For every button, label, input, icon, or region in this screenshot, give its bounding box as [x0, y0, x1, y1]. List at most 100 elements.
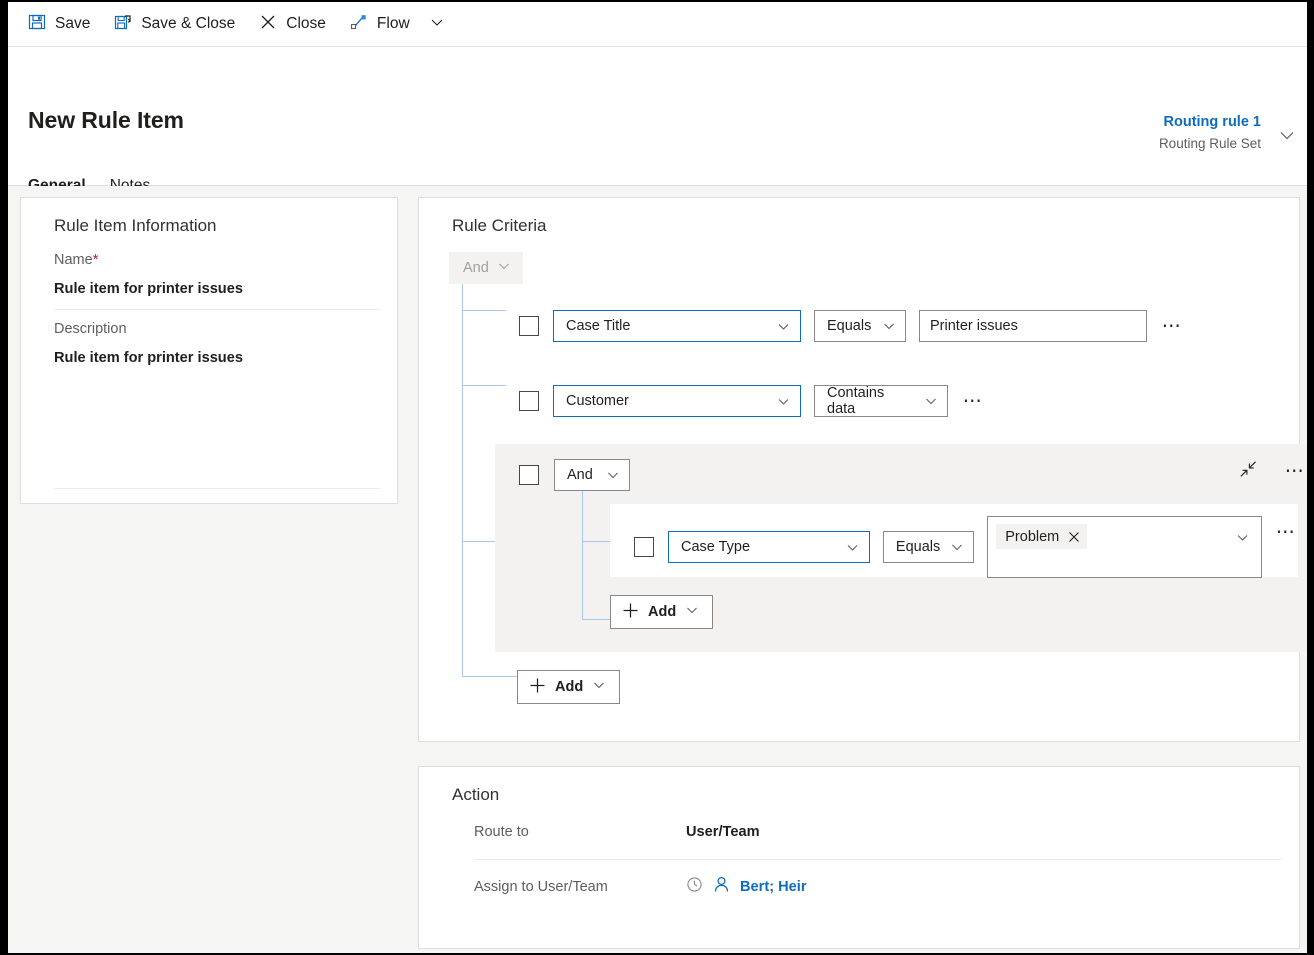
assign-to-value[interactable]: Bert; Heir — [686, 875, 807, 899]
criteria-group-more-button[interactable]: ⋯ — [1282, 458, 1307, 484]
criteria-operator-label: Contains data — [827, 385, 885, 417]
name-field-label: Name* — [54, 252, 380, 268]
criteria-field-dropdown[interactable]: Customer — [553, 385, 801, 417]
close-x-icon[interactable] — [1068, 531, 1080, 543]
routing-rule-link[interactable]: Routing rule 1 — [1159, 113, 1261, 132]
rule-criteria-card: Rule Criteria And Case Title Equals Prin… — [418, 197, 1307, 742]
header-expand-button[interactable] — [1273, 123, 1301, 151]
chevron-down-icon — [845, 540, 860, 555]
ellipsis-icon: ⋯ — [962, 390, 984, 412]
criteria-row-more-button[interactable]: ⋯ — [960, 388, 986, 414]
criteria-add-label: Add — [555, 679, 584, 695]
root-operator-label: And — [463, 260, 489, 276]
name-field-value[interactable]: Rule item for printer issues — [54, 281, 380, 309]
criteria-value-multiselect[interactable]: Problem — [987, 516, 1263, 578]
tree-branch-line — [462, 310, 506, 311]
criteria-row-checkbox[interactable] — [519, 316, 539, 336]
criteria-value-text: Printer issues — [930, 318, 1018, 334]
criteria-operator-dropdown[interactable]: Equals — [882, 531, 975, 563]
chevron-down-icon — [776, 394, 791, 409]
assign-to-row: Assign to User/Team Bert; Heir — [474, 860, 1282, 914]
criteria-row: Case Title Equals Printer issues ⋯ — [519, 310, 1282, 342]
criteria-inner-row-surface: Case Type Equals Problem ⋯ — [610, 504, 1298, 578]
description-field-label: Description — [54, 321, 127, 337]
required-asterisk: * — [92, 252, 99, 268]
chevron-down-icon — [606, 468, 620, 482]
criteria-row-more-button[interactable]: ⋯ — [1274, 519, 1298, 545]
criteria-operator-label: Equals — [895, 539, 941, 555]
action-card: Action Route to User/Team Assign to User… — [418, 766, 1300, 949]
criteria-builder: And Case Title Equals Printer issues ⋯ C… — [449, 252, 1307, 704]
assign-to-label: Assign to User/Team — [474, 879, 608, 895]
flow-button-label: Flow — [376, 15, 410, 33]
name-field: Name* Rule item for printer issues — [54, 252, 380, 309]
criteria-row: Customer Contains data ⋯ — [519, 385, 1282, 417]
page-title: New Rule Item — [28, 107, 184, 133]
value-chip[interactable]: Problem — [996, 524, 1088, 549]
action-title: Action — [452, 785, 500, 804]
ellipsis-icon: ⋯ — [1161, 315, 1183, 337]
criteria-group-add-button[interactable]: Add — [610, 595, 714, 629]
tree-group-trunk-line — [582, 491, 583, 619]
criteria-group-operator-dropdown[interactable]: And — [554, 459, 630, 491]
criteria-group-collapse-button[interactable] — [1236, 459, 1260, 483]
assign-to-person-name[interactable]: Bert; Heir — [740, 879, 807, 895]
save-icon — [28, 13, 46, 36]
form-body: Rule Item Information Name* Rule item fo… — [8, 186, 1307, 953]
criteria-field-label: Customer — [566, 393, 629, 409]
close-button[interactable]: Close — [247, 2, 338, 46]
description-field-value[interactable]: Rule item for printer issues — [54, 350, 380, 378]
command-bar-overflow-chevron[interactable] — [422, 2, 452, 46]
chevron-down-icon — [685, 603, 699, 621]
plus-icon — [622, 602, 639, 623]
criteria-row-checkbox[interactable] — [519, 391, 539, 411]
save-and-close-button-label: Save & Close — [141, 15, 236, 33]
rule-item-information-card: Rule Item Information Name* Rule item fo… — [20, 197, 398, 504]
name-label-text: Name — [54, 252, 93, 268]
save-button-label: Save — [55, 15, 91, 33]
field-divider-bottom — [54, 488, 380, 489]
close-x-icon — [259, 13, 277, 36]
tree-branch-line — [462, 385, 506, 386]
flow-button[interactable]: Flow — [338, 2, 422, 46]
description-field: Description Rule item for printer issues — [54, 321, 380, 378]
tree-group-branch-line — [582, 541, 610, 542]
save-button[interactable]: Save — [16, 2, 102, 46]
recent-clock-icon — [686, 876, 703, 898]
collapse-icon — [1239, 460, 1257, 483]
criteria-group-tools: ⋯ — [1236, 458, 1307, 484]
chevron-down-icon — [776, 319, 791, 334]
criteria-row-more-button[interactable]: ⋯ — [1159, 313, 1185, 339]
criteria-group-operator-label: And — [567, 467, 593, 483]
ellipsis-icon: ⋯ — [1284, 460, 1306, 482]
criteria-field-dropdown[interactable]: Case Type — [668, 531, 870, 563]
routing-rule-entity-label: Routing Rule Set — [1158, 136, 1261, 151]
ellipsis-icon: ⋯ — [1275, 521, 1297, 543]
route-to-label: Route to — [474, 824, 529, 840]
rule-criteria-title: Rule Criteria — [452, 216, 547, 235]
save-and-close-button[interactable]: Save & Close — [102, 2, 247, 46]
chevron-down-icon — [882, 319, 896, 333]
criteria-group-checkbox[interactable] — [519, 465, 539, 485]
criteria-field-label: Case Title — [566, 318, 631, 334]
criteria-row-checkbox[interactable] — [634, 537, 654, 557]
criteria-group: And ⋯ Case Type Equals Problem ⋯ Add — [495, 444, 1307, 652]
chevron-down-icon — [924, 394, 938, 408]
criteria-operator-dropdown[interactable]: Contains data — [814, 385, 948, 417]
chevron-down-icon — [950, 540, 964, 554]
header-context: Routing rule 1 Routing Rule Set — [1159, 113, 1261, 153]
criteria-operator-dropdown[interactable]: Equals — [814, 310, 906, 342]
criteria-add-button[interactable]: Add — [517, 670, 621, 704]
chevron-down-icon[interactable] — [1235, 530, 1250, 550]
criteria-value-input[interactable]: Printer issues — [919, 310, 1147, 342]
form-header: New Rule Item Routing rule 1 Routing Rul… — [8, 47, 1307, 204]
chevron-down-icon — [429, 14, 445, 35]
plus-icon — [529, 677, 546, 698]
root-operator-dropdown[interactable]: And — [449, 252, 523, 284]
tree-branch-line — [462, 676, 517, 677]
criteria-field-dropdown[interactable]: Case Title — [553, 310, 801, 342]
route-to-value[interactable]: User/Team — [686, 824, 760, 840]
chevron-down-icon — [1277, 125, 1297, 150]
criteria-field-label: Case Type — [681, 539, 751, 555]
criteria-group-add-label: Add — [648, 604, 677, 620]
